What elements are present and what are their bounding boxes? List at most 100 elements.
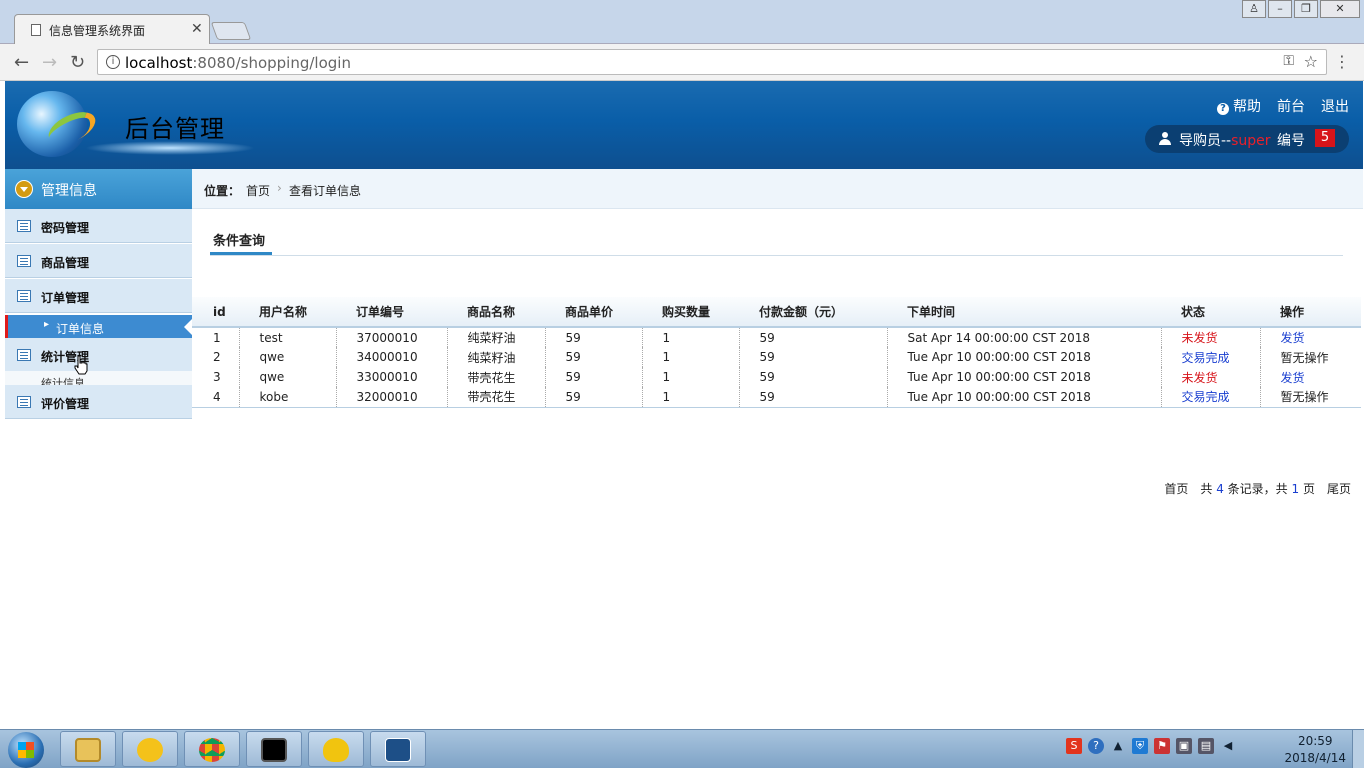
menu-dots-icon[interactable]: ⋮	[1334, 52, 1350, 71]
new-tab-button[interactable]	[210, 22, 252, 40]
cell-time: Tue Apr 10 00:00:00 CST 2018	[887, 387, 1162, 408]
restore-button[interactable]: ❐	[1294, 0, 1318, 18]
logo	[17, 91, 101, 157]
top-links: ? 帮助 前台 退出	[1217, 96, 1349, 116]
show-desktop-button[interactable]	[1352, 730, 1364, 768]
logout-link[interactable]: 退出	[1321, 96, 1349, 116]
taskbar-explorer[interactable]	[60, 731, 116, 767]
close-icon[interactable]: ✕	[191, 21, 203, 37]
sidebar-header[interactable]: 管理信息	[5, 169, 192, 209]
active-notch	[184, 319, 192, 335]
sidebar-subitem-label: 统计信息	[41, 377, 85, 385]
list-icon	[17, 396, 31, 408]
help-link[interactable]: ? 帮助	[1217, 96, 1261, 116]
minimize-button[interactable]: –	[1268, 0, 1292, 18]
sidebar-item-label: 评价管理	[41, 397, 90, 411]
folder-icon	[75, 738, 101, 762]
profile-button[interactable]: ♙	[1242, 0, 1266, 18]
orders-table: id 用户名称 订单编号 商品名称 商品单价 购买数量 付款金额（元） 下单时间…	[192, 297, 1361, 408]
table-header-row: id 用户名称 订单编号 商品名称 商品单价 购买数量 付款金额（元） 下单时间…	[192, 297, 1361, 328]
sidebar-item-products[interactable]: 商品管理	[5, 244, 192, 278]
network-icon[interactable]: ▤	[1198, 738, 1214, 754]
cell-id: 3	[192, 367, 240, 387]
sidebar-item-label: 商品管理	[41, 256, 90, 270]
sidebar-item-password[interactable]: 密码管理	[5, 209, 192, 243]
forward-arrow-icon[interactable]: →	[42, 52, 57, 73]
cell-price: 59	[545, 347, 643, 367]
col-header-price: 商品单价	[545, 297, 642, 328]
sidebar: 管理信息 密码管理 商品管理 订单管理 ▸ 订单信息 统计管理 统计信息 评价管…	[5, 169, 192, 729]
table-row: 1 test 37000010 纯菜籽油 59 1 59 Sat Apr 14 …	[192, 327, 1361, 347]
list-icon	[17, 220, 31, 232]
cell-time: Sat Apr 14 00:00:00 CST 2018	[887, 327, 1162, 347]
taskbar-app-s[interactable]	[370, 731, 426, 767]
ship-link[interactable]: 发货	[1260, 327, 1361, 347]
col-header-qty: 购买数量	[642, 297, 739, 328]
cell-status: 交易完成	[1161, 347, 1261, 367]
cell-id: 2	[192, 347, 240, 367]
list-icon	[17, 290, 31, 302]
taskbar-app-yellow[interactable]	[308, 731, 364, 767]
system-tray: S ? ▲ ⛨ ⚑ ▣ ▤ ◀	[1066, 738, 1236, 754]
info-icon[interactable]: i	[106, 55, 120, 69]
sidebar-header-label: 管理信息	[41, 183, 97, 199]
key-icon[interactable]: ⚿	[1283, 53, 1294, 69]
app-header: 后台管理 ? 帮助 前台 退出 导购员--super 编号 5	[5, 81, 1363, 169]
sidebar-item-orders[interactable]: 订单管理	[5, 279, 192, 313]
sidebar-item-label: 订单管理	[41, 291, 90, 305]
breadcrumb-current: 查看订单信息	[289, 184, 362, 198]
cell-amount: 59	[739, 367, 888, 387]
ship-link[interactable]: 发货	[1260, 367, 1361, 387]
flag-icon[interactable]: ⚑	[1154, 738, 1170, 754]
table-row: 4 kobe 32000010 带壳花生 59 1 59 Tue Apr 10 …	[192, 387, 1361, 408]
chrome-icon	[199, 738, 225, 762]
taskbar-cmd[interactable]	[246, 731, 302, 767]
reload-icon[interactable]: ↻	[70, 52, 85, 73]
system-clock[interactable]: 20:59 2018/4/14	[1284, 733, 1346, 767]
pager-text: 条记录，共	[1227, 482, 1288, 496]
shield-icon[interactable]: ⛨	[1132, 738, 1148, 754]
cell-amount: 59	[739, 327, 888, 347]
taskbar-app-music[interactable]	[122, 731, 178, 767]
taskbar-chrome[interactable]	[184, 731, 240, 767]
cell-action: 暂无操作	[1260, 347, 1361, 367]
tab-title: 信息管理系统界面	[49, 24, 146, 38]
help-tray-icon[interactable]: ?	[1088, 738, 1104, 754]
col-header-id: id	[192, 297, 239, 328]
sidebar-subitem-order-info[interactable]: ▸ 订单信息	[5, 315, 192, 338]
cell-order-no: 34000010	[336, 347, 448, 367]
list-icon	[17, 255, 31, 267]
table-row: 2 qwe 34000010 纯菜籽油 59 1 59 Tue Apr 10 0…	[192, 347, 1361, 367]
tab-condition-query[interactable]: 条件查询	[210, 229, 272, 255]
url-input[interactable]: i localhost:8080/shopping/login ⚿ ☆	[97, 49, 1327, 75]
last-page-link[interactable]: 尾页	[1327, 480, 1351, 497]
frontend-link[interactable]: 前台	[1277, 96, 1305, 116]
first-page-link[interactable]: 首页	[1164, 480, 1188, 497]
clock-date: 2018/4/14	[1284, 751, 1346, 765]
volume-icon[interactable]: ◀	[1220, 738, 1236, 754]
back-arrow-icon[interactable]: ←	[14, 52, 29, 73]
help-link-label: 帮助	[1233, 99, 1261, 115]
breadcrumb-home[interactable]: 首页	[246, 182, 270, 199]
cell-qty: 1	[642, 387, 740, 408]
browser-tab[interactable]: 信息管理系统界面 ✕	[14, 14, 210, 44]
app-icon	[323, 738, 349, 762]
input-method-icon[interactable]: S	[1066, 738, 1082, 754]
star-icon[interactable]: ☆	[1304, 52, 1318, 71]
clock-time: 20:59	[1297, 734, 1333, 748]
cell-product: 带壳花生	[447, 367, 546, 387]
sidebar-subitem-label: 订单信息	[56, 322, 105, 336]
start-button[interactable]	[8, 732, 44, 768]
sidebar-item-reviews[interactable]: 评价管理	[5, 385, 192, 419]
cell-price: 59	[545, 387, 643, 408]
sidebar-subitem-statistics-info[interactable]: 统计信息	[5, 371, 192, 385]
cell-product: 带壳花生	[447, 387, 546, 408]
cell-qty: 1	[642, 367, 740, 387]
expand-tray-icon[interactable]: ▲	[1110, 738, 1126, 754]
window-controls: ♙ – ❐ ✕	[1242, 0, 1360, 20]
sidebar-item-statistics[interactable]: 统计管理	[5, 338, 192, 372]
device-icon[interactable]: ▣	[1176, 738, 1192, 754]
window-close-button[interactable]: ✕	[1320, 0, 1360, 18]
cell-status: 未发货	[1161, 367, 1261, 387]
cell-product: 纯菜籽油	[447, 347, 546, 367]
